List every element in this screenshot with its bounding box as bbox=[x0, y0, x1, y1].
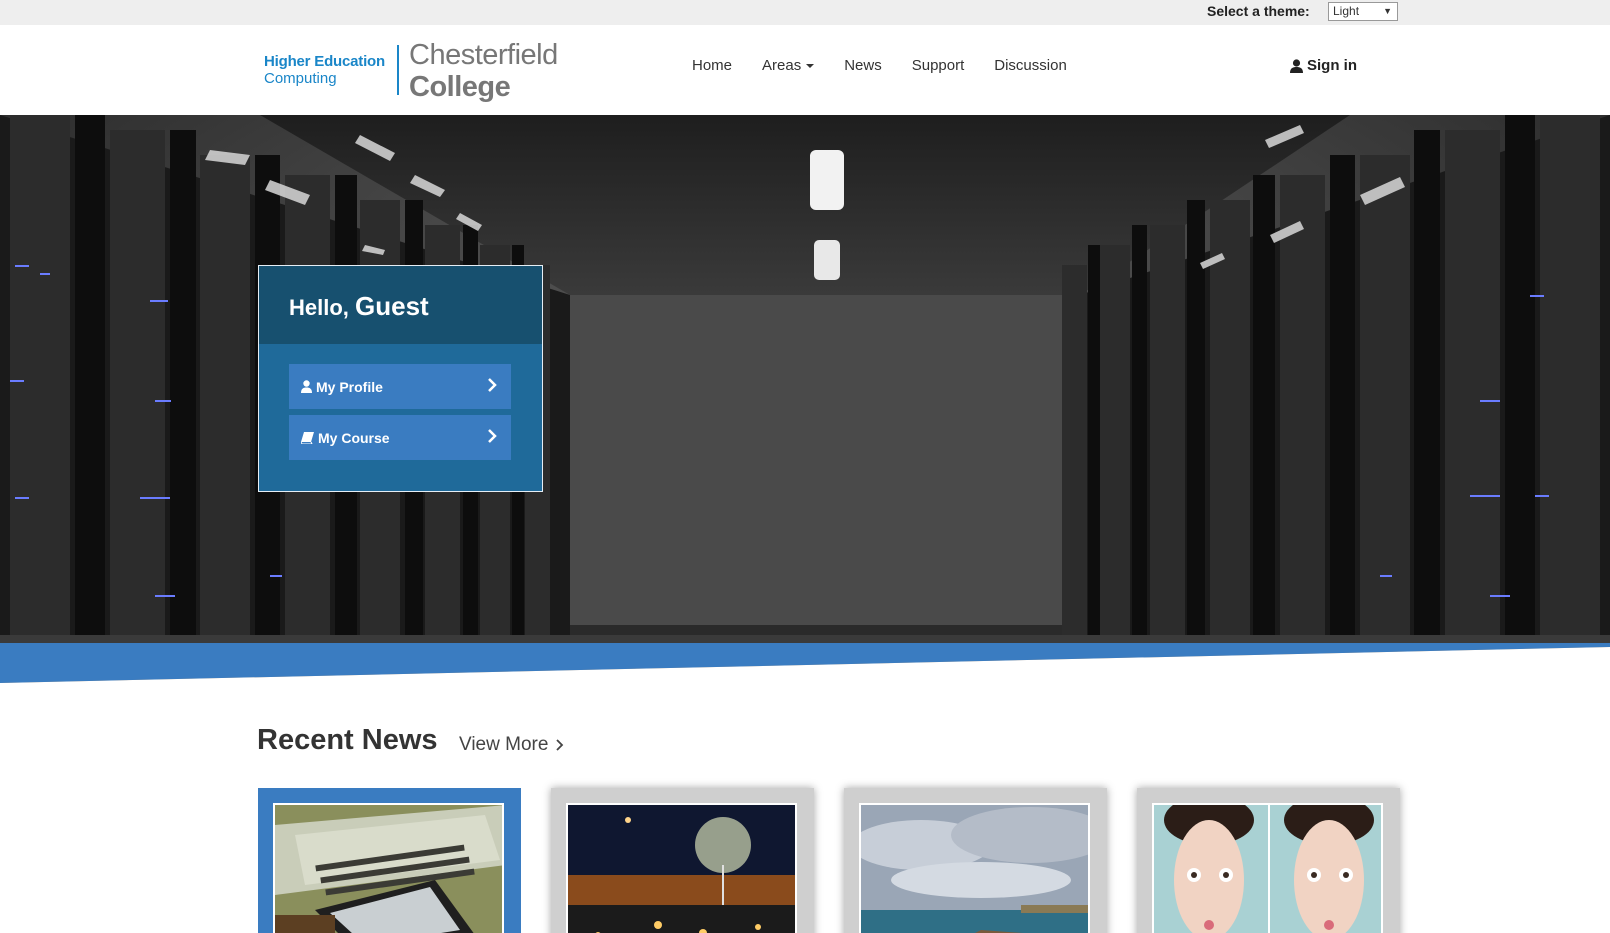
night-tree-reflection-image bbox=[568, 805, 795, 933]
theme-select-value: Light bbox=[1333, 4, 1360, 18]
site-header: Higher Education Computing Chesterfield … bbox=[0, 25, 1610, 115]
logo-line-1: Higher Education bbox=[264, 53, 385, 70]
logo-college-line-1: Chesterfield bbox=[409, 39, 558, 71]
news-card[interactable] bbox=[844, 788, 1107, 933]
recent-news-title: Recent News bbox=[257, 724, 438, 756]
theme-select[interactable]: Light ▼ bbox=[1328, 2, 1398, 21]
sign-in-label: Sign in bbox=[1307, 57, 1357, 74]
news-card-image bbox=[273, 803, 504, 933]
sign-in-link[interactable]: Sign in bbox=[1290, 57, 1357, 74]
news-card-image bbox=[859, 803, 1090, 933]
nav-support[interactable]: Support bbox=[912, 57, 965, 74]
nav-news[interactable]: News bbox=[844, 57, 882, 74]
nav-areas[interactable]: Areas bbox=[762, 57, 815, 74]
nav-areas-label: Areas bbox=[762, 57, 802, 74]
news-card-image bbox=[566, 803, 797, 933]
logo-line-2: Computing bbox=[264, 70, 337, 87]
caret-down-icon bbox=[806, 63, 815, 68]
main-nav: Home Areas News Support Discussion bbox=[692, 57, 1097, 74]
view-more-link[interactable]: View More bbox=[459, 734, 564, 756]
hero-banner: Hello, Guest My Profile My Course bbox=[0, 115, 1610, 695]
nav-discussion[interactable]: Discussion bbox=[994, 57, 1067, 74]
news-card[interactable] bbox=[551, 788, 814, 933]
view-more-label: View More bbox=[459, 734, 549, 755]
seaside-clouds-image bbox=[861, 805, 1088, 933]
news-card-image bbox=[1152, 803, 1383, 933]
theme-bar: Select a theme: Light ▼ bbox=[0, 0, 1610, 25]
news-card[interactable] bbox=[258, 788, 521, 933]
site-logo[interactable]: Higher Education Computing Chesterfield … bbox=[264, 39, 564, 105]
woman-portrait-image bbox=[1154, 805, 1381, 933]
chevron-down-icon: ▼ bbox=[1383, 6, 1392, 16]
theme-label: Select a theme: bbox=[1207, 3, 1310, 19]
chevron-right-icon bbox=[556, 739, 564, 751]
laptop-phone-image bbox=[275, 805, 502, 933]
hero-bottom-band bbox=[0, 643, 1610, 695]
nav-home[interactable]: Home bbox=[692, 57, 732, 74]
logo-college-line-2: College bbox=[409, 71, 511, 103]
logo-divider bbox=[397, 45, 399, 95]
news-card[interactable] bbox=[1137, 788, 1400, 933]
user-icon bbox=[1290, 58, 1303, 73]
